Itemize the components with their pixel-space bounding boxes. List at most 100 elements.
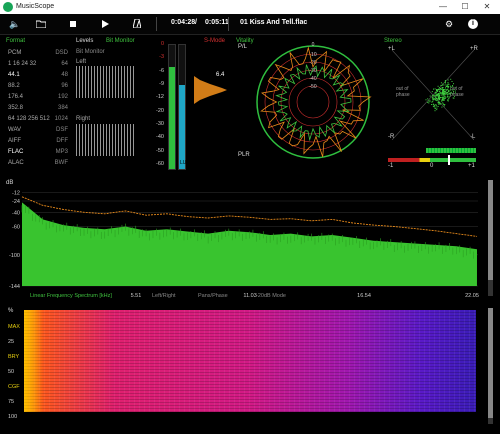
stereo-dot [445,84,447,86]
spectrum-y-tick: -40 [12,210,20,216]
format-header: Format [6,38,26,44]
format-value-right: 96 [61,83,68,89]
stereo-dot [452,97,454,99]
title-bar: MusicScope — ☐ ✕ [0,0,500,14]
stereo-dot [439,98,441,99]
close-button[interactable]: ✕ [478,0,496,14]
stereo-dot [443,99,445,101]
folder-icon[interactable] [34,17,48,31]
stereo-dot [448,91,449,92]
stereo-dot [444,98,446,100]
stereo-dot [448,93,450,95]
stereo-dot [442,90,444,92]
stereo-dot [452,85,454,87]
s-mode-label: S-Mode [204,38,226,44]
spectrum-y-tick: -12 [12,191,20,197]
stereo-dot [446,84,448,86]
stereo-dot [441,92,443,94]
stereo-dot [436,107,438,109]
format-value-right: 1024 [54,116,68,122]
stereo-dot [432,104,434,106]
stereo-dot [436,90,438,92]
spectrum-footer-label: Linear Frequency Spectrum [kHz] [30,293,112,299]
left-bit-display [76,66,134,98]
stereo-dot [436,100,438,102]
stereo-dot [438,87,440,89]
stereo-dot [444,80,446,81]
stereo-dot [442,91,444,93]
spectrum-scroll-thumb[interactable] [488,180,493,280]
correlation-meter-top [426,148,476,153]
current-time: 0:04:28 [171,19,196,26]
format-value-left: 64 128 256 512 [8,116,50,122]
left-channel-label: Left [76,59,87,65]
stereo-dot [441,88,443,90]
vitality-ring-label: -50 [309,84,316,90]
time-separator: / [195,19,197,26]
stereo-dot [437,100,439,102]
stereo-scope [392,50,474,140]
stereo-dot [440,82,442,84]
format-value-right: 192 [57,94,68,100]
stereo-dot [443,84,445,86]
info-icon[interactable]: i [466,17,480,31]
stereo-dot [446,96,448,98]
spectrogram-bright-band [24,310,44,412]
stereo-header: Stereo [384,38,402,44]
stereo-dot [455,92,456,94]
stereo-dot [437,85,439,87]
stereo-dot [448,97,450,99]
meter-tick-label: -9 [159,81,164,87]
spectrum-x-tick: 5.51 [131,293,142,299]
correlation-indicator [448,155,450,165]
stereo-dot [445,87,446,89]
stereo-dot [432,101,434,103]
format-value-right: 48 [61,72,68,78]
minimize-button[interactable]: — [434,0,452,14]
metronome-icon[interactable] [130,17,144,31]
spectrum-scrollbar[interactable] [488,180,493,296]
format-panel: Format PCM DSD 1 16 24 32 64 44.1 48 88.2 96 176… [6,36,70,170]
stereo-panel: Stereo +L +R -R -L out of phase out of p… [384,36,480,170]
stereo-dot [450,86,452,88]
format-value-right: BWF [54,160,68,166]
spectrum-footer-label: -20dB Mode [256,293,286,299]
format-row: 352.8 384 [8,105,68,115]
format-value-left: 44.1 [8,72,20,78]
vitality-panel: Vitality P/L PLR 0 -10 -20 -30 -40 -50 [236,36,378,170]
spectrum-footer-label: Pans/Phase [198,293,228,299]
stereo-dot [425,99,427,101]
settings-gear-icon[interactable]: ⚙ [442,17,456,31]
loudness-meter-panel: S-Mode 0 -3 -6 -9 -12 -20 -30 -40 -50 -60 LU 6.4 [150,36,232,170]
stereo-dot [442,103,444,105]
meter-tick-label: -40 [156,134,164,141]
stereo-dot [435,99,437,101]
stereo-dot [435,97,437,99]
stereo-dot [438,97,440,99]
app-logo-icon [3,2,13,12]
stereo-dot [434,88,436,90]
stereo-dot [444,91,445,93]
spectrum-level-area [22,202,477,286]
vitality-ring-label: -40 [309,76,316,82]
spectrum-footer-label: Left/Right [152,293,176,299]
stop-icon[interactable] [66,17,80,31]
meter-tick-label: -20 [156,107,164,114]
play-icon[interactable] [98,17,112,31]
stereo-dot [449,92,451,94]
pl-label: P/L [238,44,248,50]
spectrogram-scroll-thumb[interactable] [488,308,493,418]
format-value-left: 352.8 [8,105,24,111]
stereo-dot [446,93,448,94]
format-row: AIFF DFF [8,138,68,148]
stereo-dot [427,100,429,102]
spectrogram-panel: % MAX 25 BRY 50 CGF 75 100 [2,306,486,426]
vitality-radar: 0-10-20-30-40-50 [256,42,372,159]
volume-icon[interactable]: 🔈 [8,17,22,31]
stereo-dot [452,93,454,95]
spectrogram-scrollbar[interactable] [488,308,493,424]
stereo-dot [436,89,438,90]
stereo-dot [431,94,433,96]
maximize-button[interactable]: ☐ [456,0,474,14]
meter-tick-label: -6 [159,67,164,74]
